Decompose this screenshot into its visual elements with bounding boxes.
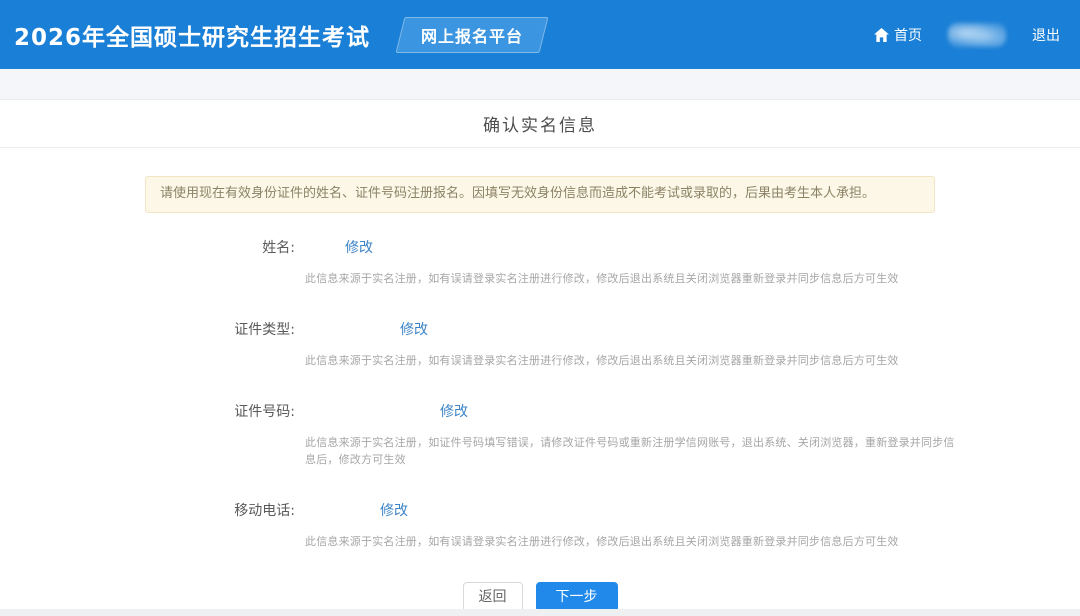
realname-form: 姓名: 修改 此信息来源于实名注册，如有误请登录实名注册进行修改，修改后退出系统… [0, 237, 1080, 550]
cert-type-label: 证件类型: [0, 319, 295, 339]
nav-logout-label: 退出 [1032, 25, 1060, 45]
platform-badge: 网上报名平台 [396, 17, 549, 53]
nav-home[interactable]: 首页 [874, 25, 922, 45]
mobile-label: 移动电话: [0, 500, 295, 520]
form-actions: 返回 下一步 [0, 582, 1080, 612]
cert-number-label: 证件号码: [0, 401, 295, 421]
cert-type-help-text: 此信息来源于实名注册，如有误请登录实名注册进行修改，修改后退出系统且关闭浏览器重… [305, 352, 960, 369]
name-label: 姓名: [0, 237, 295, 257]
page-title-band: 确认实名信息 [0, 100, 1080, 148]
field-row-cert-type: 证件类型: 修改 此信息来源于实名注册，如有误请登录实名注册进行修改，修改后退出… [0, 319, 1080, 369]
top-header: 2026年全国硕士研究生招生考试 网上报名平台 首页 退出 [0, 0, 1080, 69]
cert-type-modify-link[interactable]: 修改 [400, 319, 428, 339]
name-modify-link[interactable]: 修改 [345, 237, 373, 257]
notice-banner: 请使用现在有效身份证件的姓名、证件号码注册报名。因填写无效身份信息而造成不能考试… [145, 176, 935, 213]
nav-logout[interactable]: 退出 [1032, 25, 1060, 45]
main-content: 确认实名信息 请使用现在有效身份证件的姓名、证件号码注册报名。因填写无效身份信息… [0, 99, 1080, 612]
field-row-mobile: 移动电话: 修改 此信息来源于实名注册，如有误请登录实名注册进行修改，修改后退出… [0, 500, 1080, 550]
home-icon [874, 28, 889, 42]
window-bottom-edge [0, 609, 1080, 616]
site-title: 2026年全国硕士研究生招生考试 [14, 18, 370, 52]
nav-home-label: 首页 [894, 25, 922, 45]
page-title: 确认实名信息 [483, 111, 597, 136]
app-window: 2026年全国硕士研究生招生考试 网上报名平台 首页 退出 确认实名信息 请使用… [0, 0, 1080, 616]
next-button[interactable]: 下一步 [536, 582, 618, 612]
platform-badge-label: 网上报名平台 [421, 23, 523, 47]
field-main: 移动电话: 修改 [0, 500, 1080, 520]
field-row-cert-number: 证件号码: 修改 此信息来源于实名注册，如证件号码填写错误，请修改证件号码或重新… [0, 401, 1080, 468]
username-redacted [948, 23, 1006, 47]
back-button[interactable]: 返回 [463, 582, 523, 612]
header-gap-band [0, 69, 1080, 99]
field-main: 证件号码: 修改 [0, 401, 1080, 421]
field-main: 姓名: 修改 [0, 237, 1080, 257]
mobile-help-text: 此信息来源于实名注册，如有误请登录实名注册进行修改，修改后退出系统且关闭浏览器重… [305, 533, 960, 550]
mobile-modify-link[interactable]: 修改 [380, 500, 408, 520]
name-help-text: 此信息来源于实名注册，如有误请登录实名注册进行修改，修改后退出系统且关闭浏览器重… [305, 270, 960, 287]
field-row-name: 姓名: 修改 此信息来源于实名注册，如有误请登录实名注册进行修改，修改后退出系统… [0, 237, 1080, 287]
field-main: 证件类型: 修改 [0, 319, 1080, 339]
cert-number-modify-link[interactable]: 修改 [440, 401, 468, 421]
header-nav: 首页 退出 [874, 23, 1060, 47]
cert-number-help-text: 此信息来源于实名注册，如证件号码填写错误，请修改证件号码或重新注册学信网账号，退… [305, 434, 960, 468]
